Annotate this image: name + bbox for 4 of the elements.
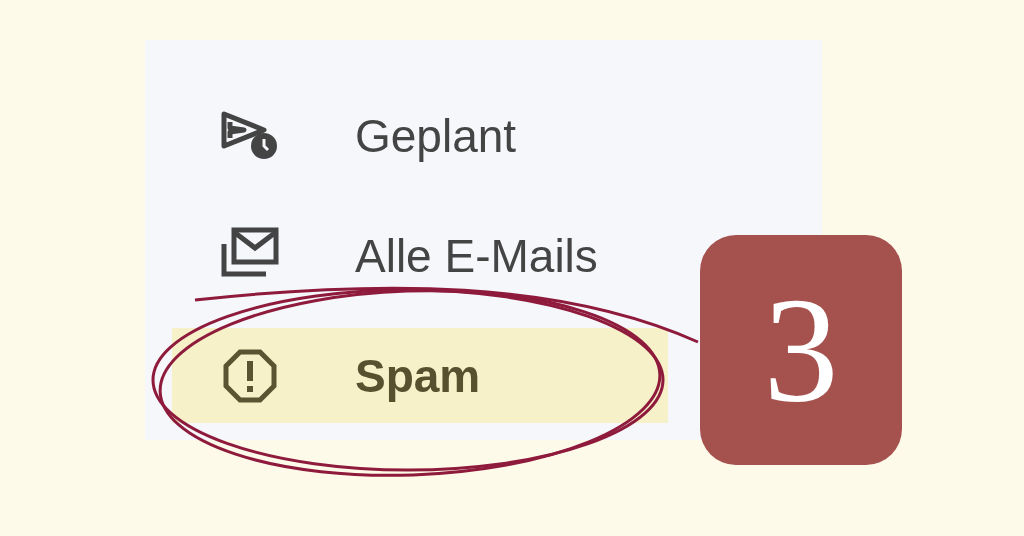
step-number-badge: 3 — [700, 235, 902, 465]
sidebar-item[interactable]: Alle E-Mails — [172, 208, 668, 303]
sidebar-item[interactable]: Geplant — [172, 88, 668, 183]
sidebar-item[interactable]: Spam — [172, 328, 668, 423]
